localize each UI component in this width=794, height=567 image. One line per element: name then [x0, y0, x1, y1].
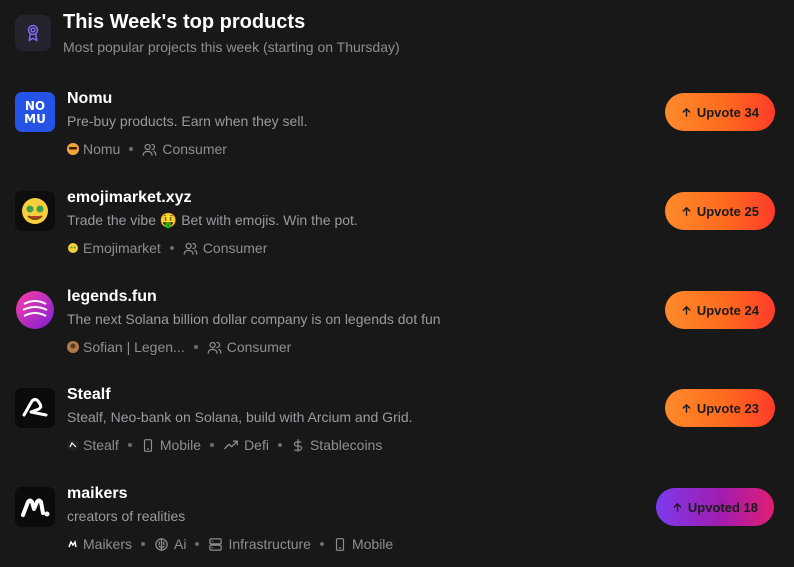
upvote-button[interactable]: Upvote 24	[664, 291, 775, 329]
maikers-logo[interactable]	[15, 487, 55, 527]
category-label[interactable]: Consumer	[227, 337, 292, 357]
product-tagline: creators of realities	[67, 508, 186, 524]
award-icon	[15, 15, 51, 51]
product-tagline: The next Solana billion dollar company i…	[67, 311, 441, 327]
users-icon	[207, 340, 222, 355]
separator-dot	[193, 345, 198, 349]
upvote-label: Upvote	[696, 203, 741, 219]
users-icon	[183, 241, 198, 256]
maker-avatar	[67, 439, 79, 451]
legends-logo[interactable]	[15, 290, 55, 330]
upvote-button[interactable]: Upvote 23	[664, 389, 775, 427]
arrow-up-icon	[672, 502, 683, 513]
product-tagline: Trade the vibe 🤑 Bet with emojis. Win th…	[67, 212, 358, 228]
maker-name[interactable]: Nomu	[83, 139, 120, 159]
separator-dot	[277, 443, 282, 447]
separator-dot	[195, 542, 200, 546]
section-title: This Week's top products	[63, 11, 306, 33]
upvote-button[interactable]: Upvote 34	[664, 93, 775, 131]
product-name[interactable]: maikers	[67, 483, 128, 505]
upvote-label: Upvote	[696, 302, 741, 318]
brain-icon	[154, 537, 169, 552]
product-meta: Nomu Consumer	[67, 139, 227, 159]
product-row-maikers[interactable]: maikers creators of realities Maikers Ai…	[15, 485, 779, 567]
upvoted-button[interactable]: Upvoted 18	[655, 488, 774, 526]
arrow-up-icon	[681, 107, 692, 118]
svg-text:MU: MU	[24, 112, 46, 126]
category-label[interactable]: Infrastructure	[228, 534, 310, 554]
separator-dot	[127, 443, 132, 447]
upvote-count: 23	[744, 400, 759, 416]
separator-dot	[141, 542, 146, 546]
upvote-count: 34	[744, 104, 759, 120]
arrow-up-icon	[681, 305, 692, 316]
users-icon	[142, 142, 157, 157]
upvote-label: Upvote	[696, 400, 741, 416]
upvote-count: 18	[743, 499, 758, 515]
svg-text:NO: NO	[25, 99, 45, 113]
maker-name[interactable]: Stealf	[83, 435, 119, 455]
category-label[interactable]: Mobile	[160, 435, 201, 455]
category-label[interactable]: Consumer	[162, 139, 227, 159]
category-label[interactable]: Defi	[244, 435, 269, 455]
upvote-label: Upvote	[696, 104, 741, 120]
stealf-logo[interactable]	[15, 388, 55, 428]
upvote-label: Upvoted	[687, 499, 740, 515]
trending-up-icon	[223, 438, 239, 453]
category-label[interactable]: Consumer	[203, 238, 268, 258]
mobile-icon	[333, 537, 347, 552]
product-name[interactable]: emojimarket.xyz	[67, 187, 192, 209]
maker-avatar	[67, 242, 79, 254]
server-icon	[208, 537, 223, 552]
arrow-up-icon	[681, 206, 692, 217]
maker-avatar	[67, 538, 79, 550]
separator-dot	[129, 147, 134, 151]
maker-name[interactable]: Sofian | Legen...	[83, 337, 185, 357]
product-name[interactable]: legends.fun	[67, 286, 157, 308]
upvote-button[interactable]: Upvote 25	[664, 192, 775, 230]
product-meta: Sofian | Legen... Consumer	[67, 337, 291, 357]
category-label[interactable]: Mobile	[352, 534, 393, 554]
maker-avatar	[67, 143, 79, 155]
product-tagline: Stealf, Neo-bank on Solana, build with A…	[67, 409, 413, 425]
category-label[interactable]: Stablecoins	[310, 435, 382, 455]
section-subtitle: Most popular projects this week (startin…	[63, 39, 400, 55]
maker-name[interactable]: Emojimarket	[83, 238, 161, 258]
emojimarket-logo[interactable]	[15, 191, 55, 231]
product-meta: Emojimarket Consumer	[67, 238, 267, 258]
product-row-nomu[interactable]: NO MU Nomu Pre-buy products. Earn when t…	[15, 90, 779, 172]
separator-dot	[169, 246, 174, 250]
product-tagline: Pre-buy products. Earn when they sell.	[67, 113, 308, 129]
product-row-stealf[interactable]: Stealf Stealf, Neo-bank on Solana, build…	[15, 386, 779, 468]
arrow-up-icon	[681, 403, 692, 414]
maker-name[interactable]: Maikers	[83, 534, 132, 554]
upvote-count: 25	[744, 203, 759, 219]
category-label[interactable]: Ai	[174, 534, 186, 554]
product-name[interactable]: Stealf	[67, 384, 111, 406]
nomu-logo[interactable]: NO MU	[15, 92, 55, 132]
product-name[interactable]: Nomu	[67, 88, 112, 110]
separator-dot	[210, 443, 215, 447]
section-header: This Week's top products Most popular pr…	[15, 9, 400, 57]
product-meta: Stealf Mobile Defi Stablecoins	[67, 435, 382, 455]
product-meta: Maikers Ai Infrastructure Mobile	[67, 534, 393, 554]
maker-avatar	[67, 341, 79, 353]
upvote-count: 24	[744, 302, 759, 318]
separator-dot	[319, 542, 324, 546]
product-row-legends[interactable]: legends.fun The next Solana billion doll…	[15, 288, 779, 370]
mobile-icon	[141, 438, 155, 453]
dollar-icon	[291, 438, 305, 453]
product-row-emojimarket[interactable]: emojimarket.xyz Trade the vibe 🤑 Bet wit…	[15, 189, 779, 271]
